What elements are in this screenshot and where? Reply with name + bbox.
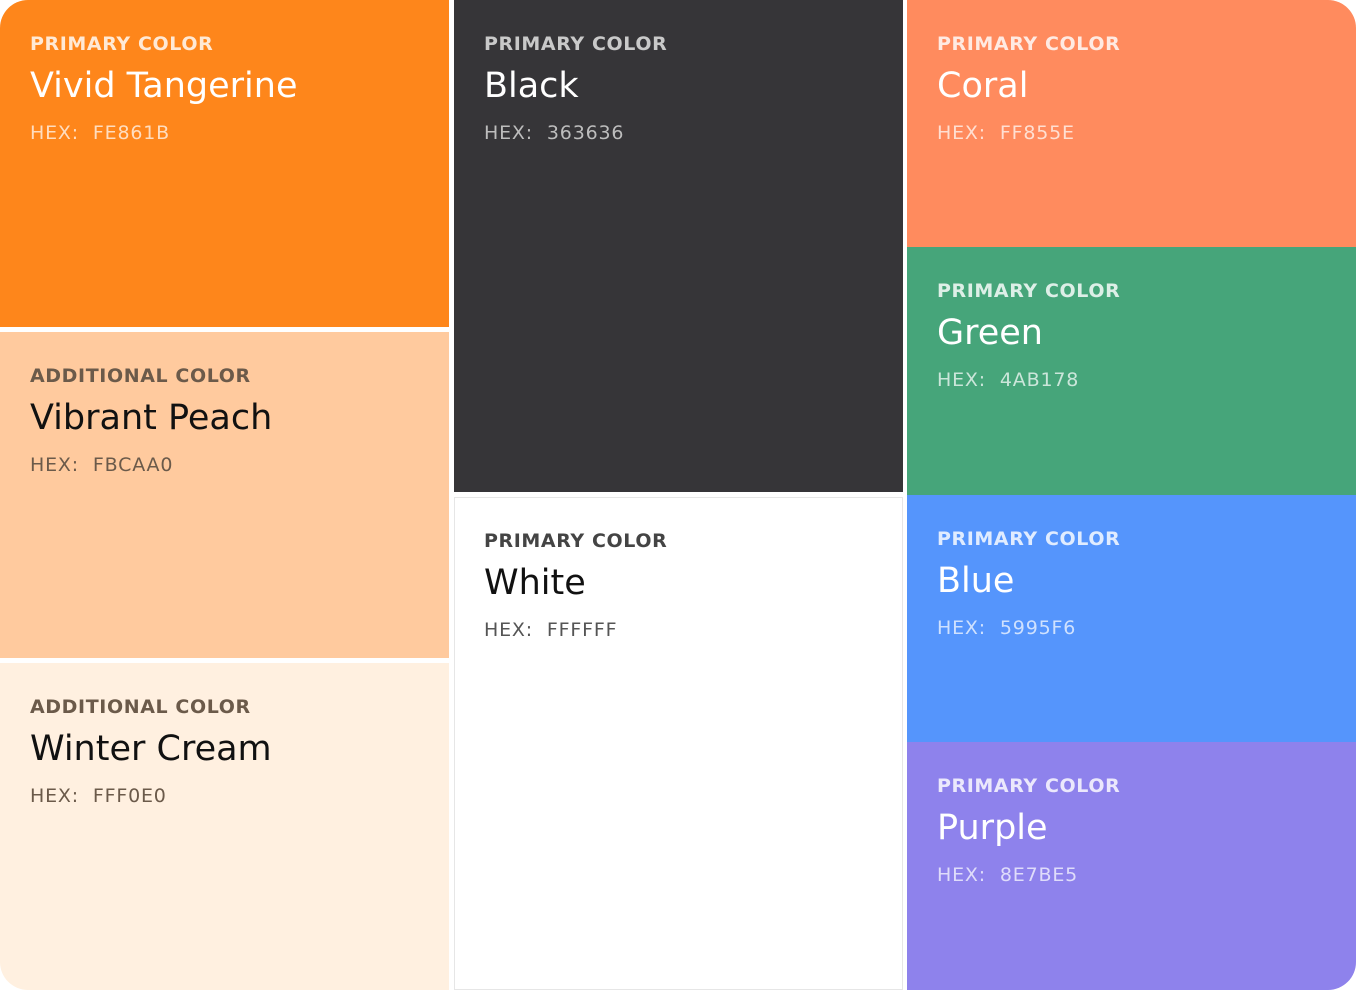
hex-value: 5995F6 [999,617,1077,639]
swatch-vibrant-peach: ADDITIONAL COLOR Vibrant Peach HEX: FBCAA… [0,332,449,658]
hex-label: HEX: [30,122,79,144]
hex-label: HEX: [30,454,79,476]
swatch-black: PRIMARY COLOR Black HEX: 363636 [454,0,903,492]
swatch-category-label: PRIMARY COLOR [937,280,1121,302]
swatch-blue: PRIMARY COLOR Blue HEX: 5995F6 [907,495,1356,742]
swatch-hex-row: HEX: 5995F6 [937,616,1076,640]
hex-label: HEX: [937,617,986,639]
swatch-green: PRIMARY COLOR Green HEX: 4AB178 [907,247,1356,495]
hex-value: FFFFFF [546,619,618,641]
swatch-color-name: Green [937,313,1043,353]
hex-label: HEX: [937,864,986,886]
swatch-color-name: White [484,563,586,603]
swatch-hex-row: HEX: 4AB178 [937,368,1079,392]
swatch-category-label: PRIMARY COLOR [484,33,668,55]
swatch-hex-row: HEX: FBCAA0 [30,453,173,477]
swatch-hex-row: HEX: FFFFFF [484,618,617,642]
hex-value: 4AB178 [999,369,1080,391]
hex-label: HEX: [937,122,986,144]
hex-label: HEX: [937,369,986,391]
swatch-winter-cream: ADDITIONAL COLOR Winter Cream HEX: FFF0E0 [0,663,449,990]
swatch-white: PRIMARY COLOR White HEX: FFFFFF [454,497,903,990]
swatch-vivid-tangerine: PRIMARY COLOR Vivid Tangerine HEX: FE861B [0,0,449,327]
swatch-category-label: PRIMARY COLOR [937,528,1121,550]
swatch-hex-row: HEX: FFF0E0 [30,784,167,808]
hex-label: HEX: [30,785,79,807]
swatch-category-label: ADDITIONAL COLOR [30,696,251,718]
swatch-category-label: PRIMARY COLOR [937,33,1121,55]
swatch-category-label: PRIMARY COLOR [937,775,1121,797]
swatch-color-name: Vibrant Peach [30,398,273,438]
hex-value: FFF0E0 [92,785,167,807]
hex-label: HEX: [484,122,533,144]
swatch-hex-row: HEX: 8E7BE5 [937,863,1078,887]
swatch-color-name: Black [484,66,579,106]
swatch-coral: PRIMARY COLOR Coral HEX: FF855E [907,0,1356,247]
swatch-category-label: PRIMARY COLOR [484,530,668,552]
swatch-category-label: ADDITIONAL COLOR [30,365,251,387]
swatch-hex-row: HEX: 363636 [484,121,624,145]
swatch-color-name: Coral [937,66,1029,106]
hex-value: FBCAA0 [92,454,174,476]
hex-value: 363636 [546,122,625,144]
swatch-category-label: PRIMARY COLOR [30,33,214,55]
swatch-hex-row: HEX: FF855E [937,121,1075,145]
hex-value: 8E7BE5 [999,864,1079,886]
hex-value: FF855E [999,122,1075,144]
swatch-color-name: Purple [937,808,1048,848]
swatch-hex-row: HEX: FE861B [30,121,170,145]
hex-value: FE861B [92,122,170,144]
swatch-color-name: Winter Cream [30,729,272,769]
swatch-color-name: Vivid Tangerine [30,66,298,106]
hex-label: HEX: [484,619,533,641]
swatch-purple: PRIMARY COLOR Purple HEX: 8E7BE5 [907,742,1356,990]
color-palette-board: PRIMARY COLOR Vivid Tangerine HEX: FE861B… [0,0,1356,990]
swatch-color-name: Blue [937,561,1015,601]
